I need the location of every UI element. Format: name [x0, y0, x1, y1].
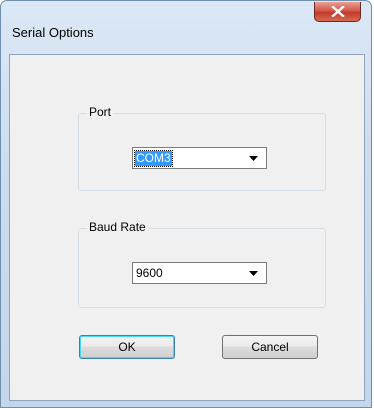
- baud-rate-select[interactable]: 9600: [132, 262, 267, 284]
- baud-rate-groupbox: Baud Rate 9600: [78, 220, 326, 308]
- baud-rate-selected-value: 9600: [136, 266, 163, 280]
- port-select[interactable]: COM3: [132, 147, 267, 169]
- window-title: Serial Options: [12, 25, 94, 40]
- chevron-down-icon: [249, 271, 258, 276]
- ok-button[interactable]: OK: [79, 335, 175, 359]
- chevron-down-icon: [249, 156, 258, 161]
- close-icon: [331, 6, 345, 17]
- cancel-button[interactable]: Cancel: [222, 335, 318, 359]
- dialog-window: Serial Options Port COM3 Baud Rate 9600: [0, 0, 372, 408]
- close-button[interactable]: [314, 2, 361, 22]
- baud-rate-label: Baud Rate: [87, 220, 148, 234]
- port-label: Port: [87, 105, 114, 119]
- dialog-content: Port COM3 Baud Rate 9600 OK Cancel: [9, 54, 365, 401]
- port-selected-value: COM3: [134, 150, 173, 167]
- port-groupbox: Port COM3: [78, 105, 326, 191]
